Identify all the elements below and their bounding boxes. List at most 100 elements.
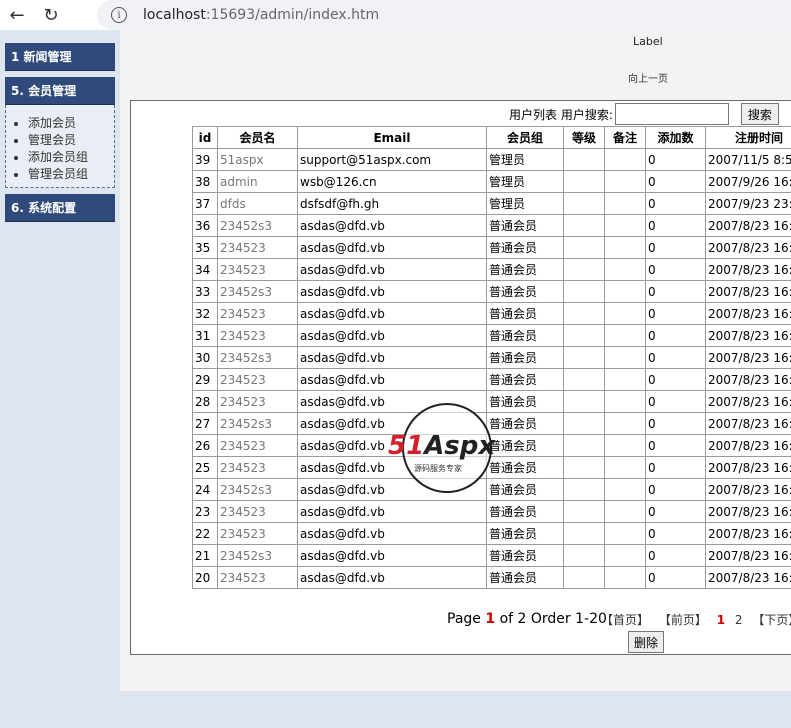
cell-register-time: 2007/8/23 16:09 (705, 434, 791, 457)
table-row[interactable]: 23234523asdas@dfd.vb普通会员 02007/8/23 16:09 (192, 500, 791, 523)
table-row[interactable]: 3623452s3asdas@dfd.vb普通会员 02007/8/23 16:2… (192, 214, 791, 237)
table-row[interactable]: 2423452s3asdas@dfd.vb普通会员02007/8/23 16:2… (192, 478, 791, 501)
table-row[interactable]: 37dfdsdsfsdf@fh.gh管理员 02007/9/23 23:48 (192, 192, 791, 215)
cell-member-group: 普通会员 (486, 280, 564, 303)
submenu-manage-member-groups[interactable]: 管理会员组 (28, 166, 114, 183)
watermark-tagline: 源码服务专家 (414, 464, 462, 473)
cell-email: asdas@dfd.vb (297, 302, 487, 325)
pager-page-1[interactable]: 1 (717, 613, 725, 627)
cell-member-name: 234523 (217, 566, 298, 589)
table-row[interactable]: 2123452s3asdas@dfd.vb普通会员 02007/8/23 16:2… (192, 544, 791, 567)
table-row[interactable]: 39 51aspx support@51aspx.com 管理员 0 2007/11/5 … (192, 148, 791, 171)
cell-add-count: 0 (645, 192, 706, 215)
cell-member-name: dfds (217, 192, 298, 215)
col-header-register-time: 注册时间 (705, 126, 791, 149)
cell-add-count: 0 (645, 566, 706, 589)
prev-page-link[interactable]: 向上一页 (628, 70, 668, 85)
cell-register-time: 2007/8/23 16:21 (705, 544, 791, 567)
cell-remark (604, 346, 646, 369)
cell-add-count: 0 (645, 302, 706, 325)
content-frame: Label 向上一页 用户列表 用户搜索: 搜索 id 会员名 Email 会员… (120, 30, 791, 691)
table-row[interactable]: 3023452s3asdas@dfd.vb普通会员 02007/8/23 16:2… (192, 346, 791, 369)
cell-email: wsb@126.cn (297, 170, 487, 193)
reload-icon[interactable]: ↻ (34, 0, 68, 30)
cell-add-count: 0 (645, 170, 706, 193)
cell-register-time: 2007/8/23 16:09 (705, 324, 791, 347)
cell-member-group: 管理员 (486, 192, 564, 215)
cell-register-time: 2007/8/23 16:09 (705, 302, 791, 325)
cell-add-count: 0 (645, 434, 706, 457)
search-input[interactable] (614, 103, 729, 125)
cell-member-group: 普通会员 (486, 324, 564, 347)
cell-id: 34 (192, 258, 218, 281)
cell-member-name: 51aspx (217, 148, 298, 171)
member-list-panel: 用户列表 用户搜索: 搜索 id 会员名 Email 会员组 等级 备注 添加数… (130, 100, 791, 655)
sidebar: 1 新闻管理 5. 会员管理 添加会员 管理会员 添加会员组 管理会员组 6. … (5, 43, 115, 228)
cell-register-time: 2007/8/23 16:09 (705, 236, 791, 259)
cell-register-time: 2007/8/23 16:09 (705, 456, 791, 479)
col-header-member-name: 会员名 (217, 126, 298, 149)
pager-page-2[interactable]: 2 (735, 613, 743, 627)
cell-level (563, 280, 605, 303)
cell-remark (604, 456, 646, 479)
submenu-manage-members[interactable]: 管理会员 (28, 132, 114, 149)
pager-first-link[interactable]: 【首页】 (601, 613, 649, 627)
back-arrow-icon[interactable]: ← (0, 0, 34, 30)
browser-toolbar: ← ↻ i localhost:15693/admin/index.htm (0, 0, 791, 30)
address-bar[interactable]: i localhost:15693/admin/index.htm (97, 0, 791, 30)
cell-add-count: 0 (645, 346, 706, 369)
table-row[interactable]: 20234523asdas@dfd.vb普通会员 02007/8/23 16:09 (192, 566, 791, 589)
table-row[interactable]: 31234523asdas@dfd.vb普通会员 02007/8/23 16:09 (192, 324, 791, 347)
submenu-add-member[interactable]: 添加会员 (28, 115, 114, 132)
cell-member-group: 普通会员 (486, 368, 564, 391)
cell-email: asdas@dfd.vb (297, 280, 487, 303)
cell-member-group: 普通会员 (486, 522, 564, 545)
delete-button[interactable]: 删除 (628, 631, 665, 653)
cell-add-count: 0 (645, 148, 706, 171)
pager-prev-link[interactable]: 【前页】 (659, 613, 707, 627)
menu-system-config[interactable]: 6. 系统配置 (5, 194, 115, 222)
cell-id: 25 (192, 456, 218, 479)
watermark-brand-dark: Aspx (424, 431, 496, 461)
cell-id: 24 (192, 478, 218, 501)
cell-member-name: 23452s3 (217, 544, 298, 567)
table-row[interactable]: 38adminwsb@126.cn管理员 02007/9/26 16:37 (192, 170, 791, 193)
cell-level (563, 412, 605, 435)
cell-add-count: 0 (645, 368, 706, 391)
cell-member-group: 管理员 (486, 170, 564, 193)
info-icon[interactable]: i (111, 7, 127, 23)
cell-add-count: 0 (645, 390, 706, 413)
table-row[interactable]: 3323452s3asdas@dfd.vb普通会员 02007/8/23 16:2… (192, 280, 791, 303)
submenu-add-member-group[interactable]: 添加会员组 (28, 149, 114, 166)
cell-id: 21 (192, 544, 218, 567)
cell-remark (604, 434, 646, 457)
cell-member-group: 管理员 (486, 148, 564, 171)
pager-next-link[interactable]: 【下页】 (752, 613, 791, 627)
cell-id: 30 (192, 346, 218, 369)
menu-news-management[interactable]: 1 新闻管理 (5, 43, 115, 71)
cell-remark (604, 544, 646, 567)
cell-email: asdas@dfd.vb (297, 324, 487, 347)
cell-id: 22 (192, 522, 218, 545)
cell-level (563, 324, 605, 347)
cell-member-name: 234523 (217, 500, 298, 523)
cell-id: 37 (192, 192, 218, 215)
cell-add-count: 0 (645, 258, 706, 281)
table-row[interactable]: 28234523asdas@dfd.vb普通会员02007/8/23 16:09 (192, 390, 791, 413)
cell-level (563, 544, 605, 567)
table-row[interactable]: 22234523asdas@dfd.vb普通会员 02007/8/23 16:09 (192, 522, 791, 545)
table-row[interactable]: 32234523asdas@dfd.vb普通会员 02007/8/23 16:09 (192, 302, 791, 325)
table-row[interactable]: 29234523asdas@dfd.vb普通会员 02007/8/23 16:09 (192, 368, 791, 391)
cell-email: asdas@dfd.vb (297, 522, 487, 545)
cell-id: 29 (192, 368, 218, 391)
cell-level (563, 522, 605, 545)
cell-member-name: 23452s3 (217, 412, 298, 435)
cell-remark (604, 214, 646, 237)
table-row[interactable]: 34234523asdas@dfd.vb普通会员 02007/8/23 16:09 (192, 258, 791, 281)
cell-id: 36 (192, 214, 218, 237)
cell-remark (604, 192, 646, 215)
menu-member-management[interactable]: 5. 会员管理 (5, 77, 115, 105)
cell-email: asdas@dfd.vb (297, 214, 487, 237)
search-button[interactable]: 搜索 (740, 103, 779, 125)
table-row[interactable]: 35234523asdas@dfd.vb普通会员 02007/8/23 16:09 (192, 236, 791, 259)
